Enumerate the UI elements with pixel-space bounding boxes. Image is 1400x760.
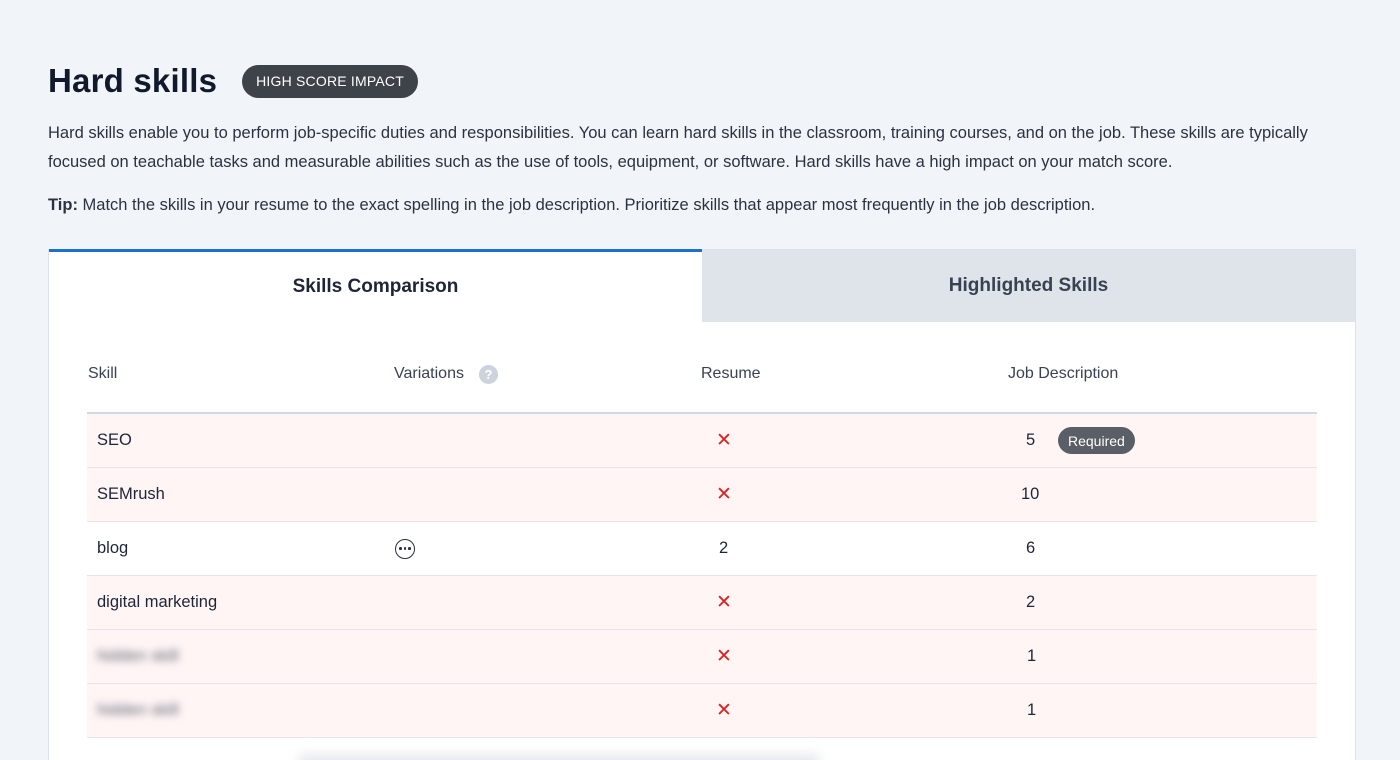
table-row: hidden skill ✕ 1 bbox=[87, 684, 1317, 738]
table-row: SEMrush ✕ 10 bbox=[87, 468, 1317, 522]
missing-mark-icon: ✕ bbox=[716, 646, 732, 667]
page-title: Hard skills bbox=[48, 62, 218, 99]
job-description-count: 1 bbox=[1027, 647, 1037, 665]
tip-body: Match the skills in your resume to the e… bbox=[77, 196, 1096, 214]
table-header: Skill Variations ? Resume Job Descriptio… bbox=[87, 364, 1317, 414]
tip-text: Tip: Match the skills in your resume to … bbox=[48, 192, 1358, 218]
tab-skills-comparison[interactable]: Skills Comparison bbox=[49, 249, 702, 322]
resume-count: 2 bbox=[719, 539, 729, 557]
table-row: hidden skill ✕ 1 bbox=[87, 630, 1317, 684]
job-description-count: 10 bbox=[1021, 485, 1040, 503]
section-description: Hard skills enable you to perform job-sp… bbox=[48, 124, 1308, 171]
table-row: blog 2 6 bbox=[87, 522, 1317, 576]
job-description-count: 2 bbox=[1026, 593, 1036, 611]
job-description-count: 1 bbox=[1027, 701, 1037, 719]
job-description-count: 6 bbox=[1026, 539, 1036, 557]
skill-name-blurred: hidden skill bbox=[97, 701, 179, 719]
table-row: SEO ✕ 5 Required bbox=[87, 414, 1317, 468]
header-variations: Variations ? bbox=[394, 364, 701, 384]
header-variations-label: Variations bbox=[394, 365, 464, 382]
question-circle-icon[interactable]: ? bbox=[478, 364, 498, 384]
tab-highlighted-skills[interactable]: Highlighted Skills bbox=[702, 250, 1355, 322]
blurred-overlay bbox=[299, 755, 819, 760]
missing-mark-icon: ✕ bbox=[716, 592, 732, 613]
table-row: digital marketing ✕ 2 bbox=[87, 576, 1317, 630]
skills-panel: Skills Comparison Highlighted Skills Ski… bbox=[48, 249, 1356, 760]
missing-mark-icon: ✕ bbox=[716, 430, 732, 451]
job-description-count: 5 bbox=[1026, 431, 1036, 449]
skill-name: blog bbox=[97, 539, 129, 557]
required-badge: Required bbox=[1058, 427, 1135, 454]
header-skill: Skill bbox=[88, 365, 118, 382]
missing-mark-icon: ✕ bbox=[716, 484, 732, 505]
missing-mark-icon: ✕ bbox=[716, 700, 732, 721]
tip-label: Tip: bbox=[48, 196, 78, 214]
header-job-description: Job Description bbox=[1008, 365, 1119, 382]
skill-name-blurred: hidden skill bbox=[97, 647, 179, 665]
section-heading: Hard skills HIGH SCORE IMPACT bbox=[48, 62, 418, 100]
header-resume: Resume bbox=[701, 365, 761, 382]
skill-name: SEMrush bbox=[97, 485, 165, 503]
skills-table: Skill Variations ? Resume Job Descriptio… bbox=[87, 364, 1317, 738]
skill-name: SEO bbox=[97, 431, 132, 449]
tab-bar: Skills Comparison Highlighted Skills bbox=[49, 249, 1355, 322]
high-score-impact-badge: HIGH SCORE IMPACT bbox=[242, 64, 418, 98]
more-options-icon[interactable] bbox=[395, 538, 415, 559]
page: Hard skills HIGH SCORE IMPACT Hard skill… bbox=[0, 0, 1400, 760]
skill-name: digital marketing bbox=[97, 593, 218, 611]
